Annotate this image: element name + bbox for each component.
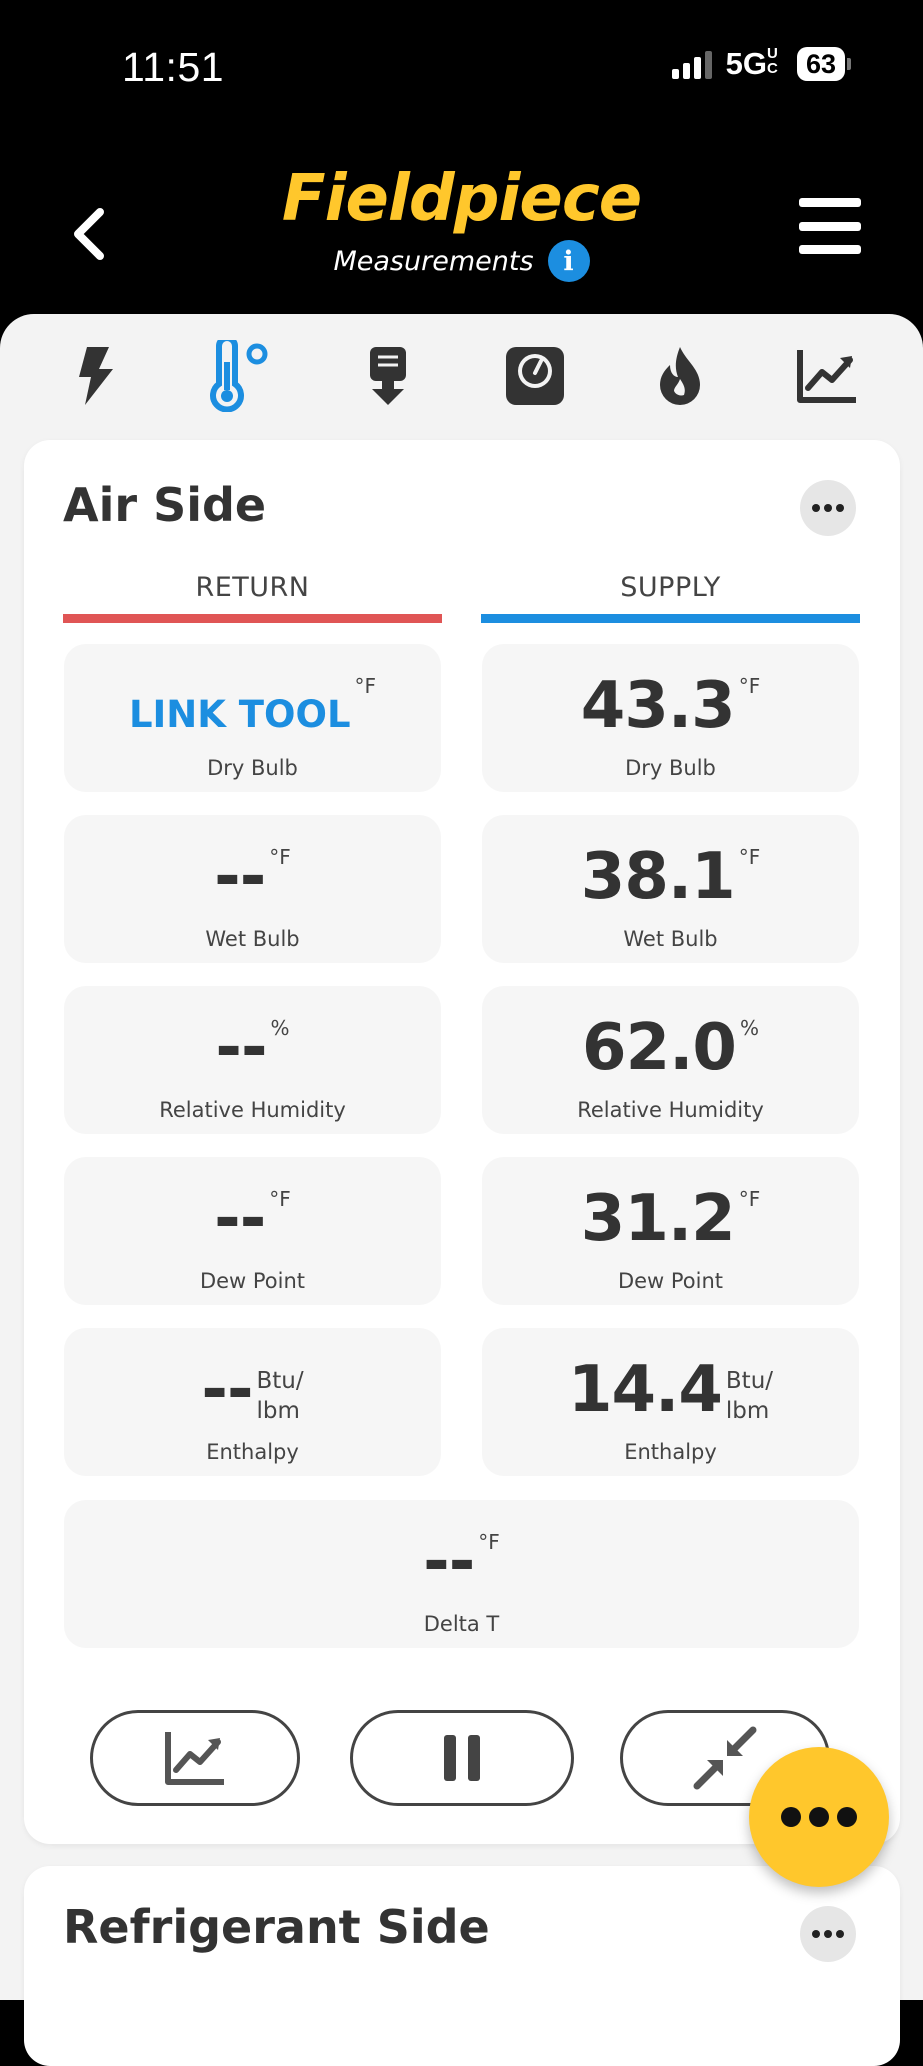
return-indicator-bar <box>63 614 442 623</box>
reading-value: 62.0 <box>582 1011 737 1085</box>
unit-label: % <box>739 1016 759 1040</box>
tab-gauge[interactable] <box>495 336 575 416</box>
tab-combustion[interactable] <box>640 336 720 416</box>
tile-label: Dew Point <box>617 1269 724 1293</box>
more-horizontal-icon <box>812 1930 820 1938</box>
tile-label: Enthalpy <box>624 1440 717 1464</box>
refrigerant-side-card: Refrigerant Side <box>24 1866 900 2066</box>
tab-temperature[interactable] <box>197 336 277 416</box>
tile-label: Relative Humidity <box>577 1098 764 1122</box>
return-enthalpy-tile: -- Btu/ lbm Enthalpy <box>64 1328 441 1476</box>
return-dry-bulb-tile[interactable]: LINK TOOL °F Dry Bulb <box>64 644 441 792</box>
pause-icon <box>444 1735 480 1781</box>
unit-label: °F <box>354 674 377 698</box>
flame-icon <box>660 347 700 405</box>
card-title: Refrigerant Side <box>63 1900 490 1954</box>
reading-value: 38.1 <box>580 840 736 914</box>
tile-label: Wet Bulb <box>623 927 718 951</box>
unit-label: °F <box>478 1530 500 1554</box>
page-subtitle-row: Measurements i <box>0 240 923 282</box>
card-title: Air Side <box>63 478 267 532</box>
graph-button[interactable] <box>90 1710 300 1806</box>
page-subtitle: Measurements <box>333 245 534 277</box>
unit-label: Btu/ lbm <box>256 1368 304 1424</box>
reading-value: 43.3 <box>580 669 736 743</box>
status-time: 11:51 <box>122 44 225 90</box>
unit-label: °F <box>738 845 761 869</box>
brand-logo: Fieldpiece <box>281 162 642 236</box>
supply-indicator-bar <box>481 614 860 623</box>
network-indicator: 5GUC <box>725 45 778 81</box>
battery-level: 63 <box>796 47 845 81</box>
refrigerant-side-options-button[interactable] <box>800 1906 856 1962</box>
main-content: Air Side RETURN SUPPLY LINK TOOL °F Dry … <box>0 314 923 2066</box>
tab-graph[interactable] <box>787 336 867 416</box>
more-horizontal-icon <box>781 1807 801 1827</box>
tile-label: Relative Humidity <box>159 1098 346 1122</box>
unit-label: °F <box>269 845 291 869</box>
air-side-card: Air Side RETURN SUPPLY LINK TOOL °F Dry … <box>24 440 900 1844</box>
supply-column-header: SUPPLY <box>620 572 721 603</box>
unit-label: °F <box>738 1187 761 1211</box>
return-column-header: RETURN <box>195 572 310 603</box>
reading-value: -- <box>215 1011 267 1085</box>
return-wet-bulb-tile: -- °F Wet Bulb <box>64 815 441 963</box>
supply-enthalpy-tile: 14.4 Btu/ lbm Enthalpy <box>482 1328 859 1476</box>
unit-label: °F <box>738 674 761 698</box>
supply-dry-bulb-tile: 43.3 °F Dry Bulb <box>482 644 859 792</box>
measurement-category-bar <box>0 314 923 442</box>
more-horizontal-icon <box>812 504 820 512</box>
info-icon[interactable]: i <box>547 240 590 282</box>
reading-value: -- <box>214 840 266 914</box>
probe-download-icon <box>370 347 406 405</box>
battery-icon: 63 <box>796 47 851 81</box>
supply-wet-bulb-tile: 38.1 °F Wet Bulb <box>482 815 859 963</box>
status-indicators: 5GUC 63 <box>671 45 851 82</box>
hamburger-menu-icon <box>799 198 861 207</box>
return-dew-point-tile: -- °F Dew Point <box>64 1157 441 1305</box>
signal-icon <box>671 49 712 79</box>
tab-probe[interactable] <box>348 336 428 416</box>
pressure-gauge-icon <box>506 347 564 405</box>
reading-value: 31.2 <box>580 1182 736 1256</box>
air-side-options-button[interactable] <box>800 480 856 536</box>
pause-button[interactable] <box>350 1710 574 1806</box>
lightning-bolt-icon <box>79 347 113 405</box>
menu-button[interactable] <box>799 198 861 254</box>
reading-value: -- <box>201 1353 253 1427</box>
unit-label: % <box>270 1016 290 1040</box>
tile-label: Delta T <box>423 1612 500 1636</box>
status-bar: 11:51 5GUC 63 <box>0 0 923 140</box>
unit-label: Btu/ lbm <box>725 1368 774 1424</box>
trend-chart-icon <box>165 1732 224 1785</box>
supply-relative-humidity-tile: 62.0 % Relative Humidity <box>482 986 859 1134</box>
trend-chart-icon <box>797 350 856 403</box>
return-relative-humidity-tile: -- % Relative Humidity <box>64 986 441 1134</box>
unit-label: °F <box>269 1187 291 1211</box>
tile-label: Dew Point <box>199 1269 306 1293</box>
app-header: Fieldpiece Measurements i <box>0 140 923 315</box>
reading-value: 14.4 <box>567 1353 723 1427</box>
tile-label: Dry Bulb <box>207 756 298 780</box>
tile-label: Dry Bulb <box>625 756 716 780</box>
link-tool-link[interactable]: LINK TOOL <box>129 696 351 733</box>
tile-label: Wet Bulb <box>205 927 300 951</box>
thermometer-icon <box>210 340 268 412</box>
tab-electrical[interactable] <box>55 336 135 416</box>
reading-value: -- <box>423 1525 475 1599</box>
delta-t-tile: -- °F Delta T <box>64 1500 859 1648</box>
more-actions-fab[interactable] <box>749 1747 889 1887</box>
collapse-arrows-icon <box>693 1726 757 1790</box>
tile-label: Enthalpy <box>206 1440 299 1464</box>
supply-dew-point-tile: 31.2 °F Dew Point <box>482 1157 859 1305</box>
reading-value: -- <box>214 1182 266 1256</box>
